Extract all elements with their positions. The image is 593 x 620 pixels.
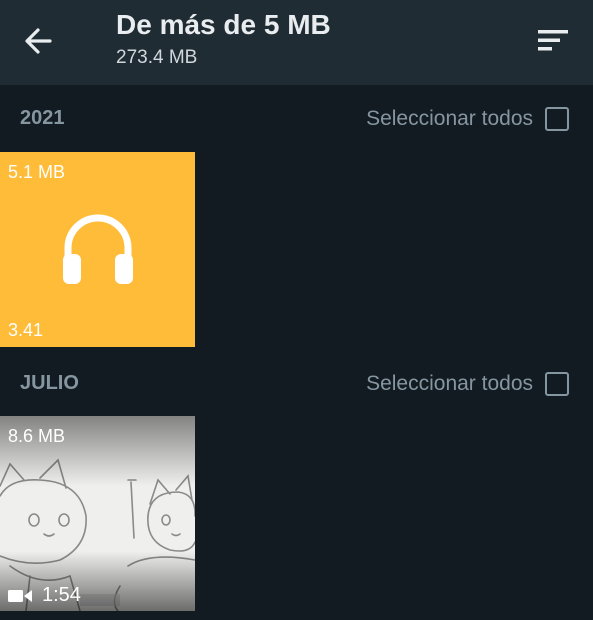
video-meta: 1:54 bbox=[8, 584, 81, 607]
sort-icon bbox=[538, 30, 568, 51]
select-all-2021[interactable]: Seleccionar todos bbox=[366, 103, 569, 135]
sort-button[interactable] bbox=[534, 24, 572, 58]
arrow-left-icon bbox=[25, 28, 52, 54]
select-all-julio[interactable]: Seleccionar todos bbox=[366, 368, 569, 400]
page-title: De más de 5 MB bbox=[116, 9, 331, 40]
video-file-tile[interactable]: 8.6 MB 1:54 bbox=[0, 416, 195, 611]
audio-duration: 3.41 bbox=[8, 320, 44, 340]
file-size: 8.6 MB bbox=[8, 426, 66, 446]
app-bar: De más de 5 MB 273.4 MB bbox=[0, 0, 593, 85]
audio-file-tile[interactable]: 5.1 MB 3.41 bbox=[0, 152, 195, 347]
total-size: 273.4 MB bbox=[116, 47, 198, 68]
select-all-checkbox[interactable] bbox=[545, 107, 569, 131]
select-all-label: Seleccionar todos bbox=[366, 107, 533, 130]
headphones-icon bbox=[63, 214, 133, 284]
section-label: 2021 bbox=[20, 107, 65, 129]
select-all-label: Seleccionar todos bbox=[366, 372, 533, 395]
back-button[interactable] bbox=[18, 20, 60, 62]
video-duration: 1:54 bbox=[42, 584, 81, 606]
video-camera-icon bbox=[8, 589, 32, 602]
section-header-julio: JULIO Seleccionar todos bbox=[0, 364, 593, 404]
section-header-2021: 2021 Seleccionar todos bbox=[0, 99, 593, 139]
file-size: 5.1 MB bbox=[8, 162, 66, 182]
select-all-checkbox[interactable] bbox=[545, 372, 569, 396]
section-label: JULIO bbox=[20, 372, 79, 394]
